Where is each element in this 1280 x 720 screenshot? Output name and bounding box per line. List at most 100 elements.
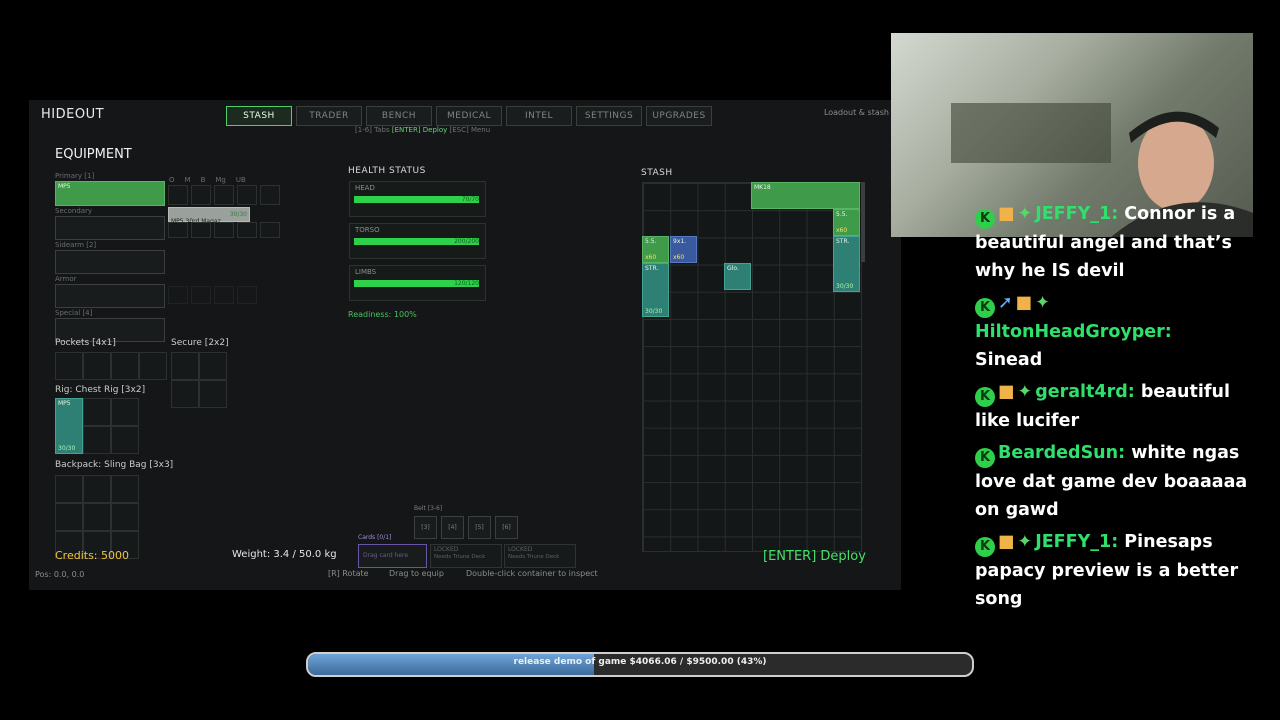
secure-cell[interactable] bbox=[171, 352, 199, 380]
chat-message: K ■ ✦ JEFFY_1: Connor is a beautiful angel … bbox=[975, 200, 1255, 285]
hint-menu: [ESC] Menu bbox=[449, 126, 491, 134]
stash-title: STASH bbox=[641, 168, 673, 178]
secure-cell[interactable] bbox=[171, 380, 199, 408]
secure-cell[interactable] bbox=[199, 352, 227, 380]
rig-item-name: MP5 bbox=[58, 400, 71, 407]
mod-slot[interactable] bbox=[168, 286, 188, 304]
stash-item-mag[interactable]: STR. 30/30 bbox=[833, 236, 860, 292]
secure-label: Secure [2x2] bbox=[171, 338, 229, 348]
pocket-cell[interactable] bbox=[139, 352, 167, 380]
star-icon: ✦ bbox=[1017, 382, 1033, 402]
sidearm-label: Sidearm [2] bbox=[55, 241, 97, 249]
mod-slot[interactable] bbox=[214, 185, 234, 205]
sidearm-slot[interactable] bbox=[55, 250, 165, 274]
stash-item-gloves[interactable]: Glo. bbox=[724, 263, 751, 290]
stash-item-label: 5.5. bbox=[836, 211, 848, 218]
hint-tabs: [1-6] Tabs bbox=[355, 126, 390, 134]
hint-deploy: [ENTER] Deploy bbox=[391, 126, 448, 134]
tab-bench[interactable]: BENCH bbox=[366, 106, 432, 126]
rig-item-count: 30/30 bbox=[58, 445, 76, 452]
backpack-cell[interactable] bbox=[55, 503, 83, 531]
hideout-title: HIDEOUT bbox=[41, 107, 105, 122]
mod-slot[interactable] bbox=[191, 222, 211, 238]
mod-slot[interactable] bbox=[237, 185, 257, 205]
armor-slot[interactable] bbox=[55, 284, 165, 308]
primary-slot[interactable]: MP5 bbox=[55, 181, 165, 206]
rig-cell[interactable] bbox=[111, 426, 139, 454]
stash-item-mag[interactable]: STR. 30/30 bbox=[642, 263, 669, 317]
belt-slot[interactable]: [4] bbox=[441, 516, 464, 539]
secondary-label: Secondary bbox=[55, 207, 93, 215]
mod-slot[interactable] bbox=[237, 286, 257, 304]
mod-slot[interactable] bbox=[237, 222, 257, 238]
stash-item-count: 30/30 bbox=[836, 283, 854, 290]
rig-cell[interactable] bbox=[83, 398, 111, 426]
chat-message: K ■ ✦ JEFFY_1: Pinesaps papacy preview is a… bbox=[975, 528, 1255, 613]
pocket-cell[interactable] bbox=[83, 352, 111, 380]
locked-card-slot: LOCKED Needs Triune Deck bbox=[504, 544, 576, 568]
health-head-label: HEAD bbox=[355, 184, 375, 192]
belt-slot[interactable]: [5] bbox=[468, 516, 491, 539]
backpack-cell[interactable] bbox=[83, 503, 111, 531]
chat-overlay: K ■ ✦ JEFFY_1: Connor is a beautiful angel … bbox=[975, 200, 1255, 617]
stash-item-label: MK18 bbox=[754, 184, 771, 191]
rig-item[interactable]: MP5 30/30 bbox=[55, 398, 83, 454]
card-drop-slot[interactable]: Drag card here bbox=[358, 544, 427, 568]
backpack-cell[interactable] bbox=[111, 503, 139, 531]
pocket-cell[interactable] bbox=[111, 352, 139, 380]
pockets-grid bbox=[55, 352, 167, 380]
secondary-slot[interactable] bbox=[55, 216, 165, 240]
chat-message: K BeardedSun: white ngas love dat game de… bbox=[975, 439, 1255, 524]
mod-slot[interactable] bbox=[260, 222, 280, 238]
stash-item-count: x60 bbox=[673, 254, 685, 261]
magazine-item[interactable]: MP5 30rd Magaz 30/30 bbox=[168, 207, 250, 225]
locked-title: LOCKED bbox=[508, 546, 533, 553]
mod-labels: O M B Mg UB bbox=[169, 176, 246, 184]
stash-item-mk18[interactable]: MK18 bbox=[751, 182, 860, 209]
backpack-cell[interactable] bbox=[55, 475, 83, 503]
backpack-grid bbox=[55, 475, 139, 559]
rig-cell[interactable] bbox=[83, 426, 111, 454]
backpack-cell[interactable] bbox=[83, 475, 111, 503]
chat-username: HiltonHeadGroyper: bbox=[975, 322, 1172, 342]
stash-scrollbar[interactable] bbox=[861, 182, 865, 262]
secure-cell[interactable] bbox=[199, 380, 227, 408]
position-readout: Pos: 0.0, 0.0 bbox=[35, 570, 85, 579]
stash-item-label: 9x1. bbox=[673, 238, 687, 245]
mod-slot[interactable] bbox=[168, 222, 188, 238]
mod-slot[interactable] bbox=[191, 185, 211, 205]
stash-item-ammo[interactable]: 5.5. x60 bbox=[833, 209, 860, 236]
tab-settings[interactable]: SETTINGS bbox=[576, 106, 642, 126]
rig-col bbox=[83, 398, 111, 454]
mod-slot[interactable] bbox=[191, 286, 211, 304]
gift-icon: ■ bbox=[1015, 293, 1033, 313]
mod-slot[interactable] bbox=[214, 222, 234, 238]
stash-item-ammo[interactable]: 5.5. x60 bbox=[642, 236, 669, 263]
mod-slot[interactable] bbox=[260, 185, 280, 205]
tab-intel[interactable]: INTEL bbox=[506, 106, 572, 126]
deploy-button[interactable]: [ENTER] Deploy bbox=[763, 549, 866, 564]
secure-grid bbox=[171, 352, 227, 408]
star-icon: ✦ bbox=[1017, 204, 1033, 224]
belt-slot[interactable]: [6] bbox=[495, 516, 518, 539]
kick-badge-icon: K bbox=[975, 448, 995, 468]
health-torso: TORSO 200/200 bbox=[349, 223, 486, 259]
mod-slot[interactable] bbox=[214, 286, 234, 304]
health-head-bar bbox=[354, 196, 479, 203]
backpack-cell[interactable] bbox=[111, 475, 139, 503]
tab-medical[interactable]: MEDICAL bbox=[436, 106, 502, 126]
tab-upgrades[interactable]: UPGRADES bbox=[646, 106, 712, 126]
stash-item-count: x60 bbox=[645, 254, 657, 261]
tab-trader[interactable]: TRADER bbox=[296, 106, 362, 126]
mod-slot[interactable] bbox=[168, 185, 188, 205]
primary-mod-slots bbox=[168, 185, 280, 205]
rig-cell[interactable] bbox=[111, 398, 139, 426]
belt-slot[interactable]: [3] bbox=[414, 516, 437, 539]
stash-item-ammo[interactable]: 9x1. x60 bbox=[670, 236, 697, 263]
tab-stash[interactable]: STASH bbox=[226, 106, 292, 126]
game-window: HIDEOUT Loadout & stash STASH TRADER BEN… bbox=[29, 100, 901, 590]
armor-mod-slots bbox=[168, 286, 257, 304]
health-head: HEAD 70/70 bbox=[349, 181, 486, 217]
pocket-cell[interactable] bbox=[55, 352, 83, 380]
credits: Credits: 5000 bbox=[55, 549, 130, 562]
